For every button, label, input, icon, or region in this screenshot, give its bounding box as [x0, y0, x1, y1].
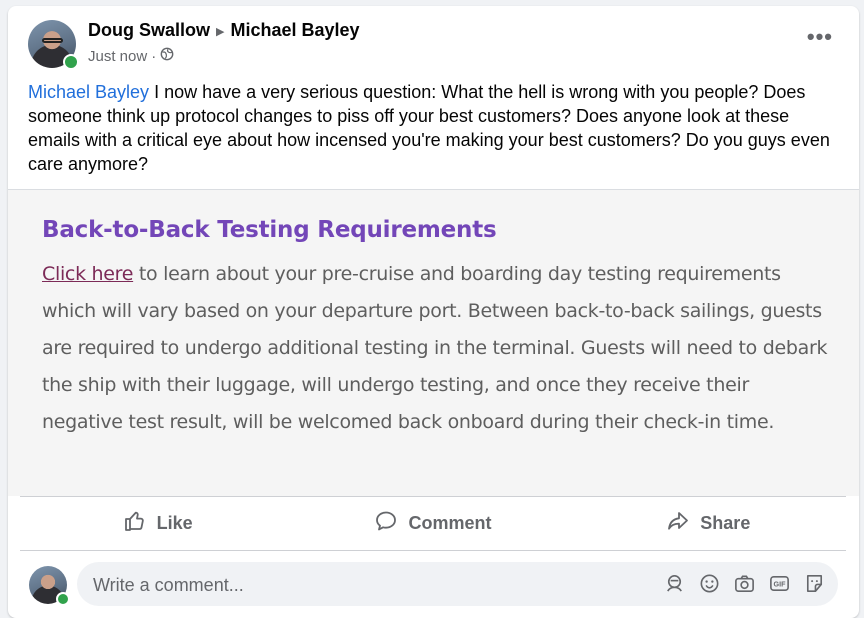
attachment-image[interactable]: Back-to-Back Testing Requirements Click … — [8, 190, 859, 496]
post-header: Doug Swallow ▶ Michael Bayley — [88, 20, 360, 41]
thumbs-up-icon — [123, 509, 147, 538]
sticker-icon[interactable] — [803, 572, 826, 595]
comment-bubble-icon — [374, 509, 398, 538]
comment-label: Comment — [408, 512, 492, 533]
online-status-dot — [63, 54, 79, 70]
emoji-icon[interactable] — [698, 572, 721, 595]
comment-input[interactable] — [91, 562, 655, 608]
more-options-icon[interactable]: ••• — [807, 26, 833, 48]
share-label: Share — [700, 512, 751, 533]
author-name[interactable]: Doug Swallow — [88, 20, 210, 41]
meta-separator: · — [151, 47, 157, 65]
attachment-title: Back-to-Back Testing Requirements — [42, 217, 497, 243]
comment-tools: GIF — [663, 572, 826, 595]
recipient-name[interactable]: Michael Bayley — [230, 20, 359, 41]
post-card: Doug Swallow ▶ Michael Bayley Just now ·… — [8, 6, 859, 618]
online-status-dot — [56, 592, 70, 606]
gif-icon[interactable]: GIF — [768, 572, 791, 595]
comment-box: GIF — [77, 562, 838, 608]
avatar-glasses — [42, 38, 63, 43]
click-here-link[interactable]: Click here — [42, 263, 133, 285]
svg-text:GIF: GIF — [774, 581, 787, 589]
mention-link[interactable]: Michael Bayley — [28, 82, 149, 102]
divider — [20, 550, 846, 551]
action-bar: Like Comment Share — [20, 498, 846, 548]
camera-icon[interactable] — [733, 572, 756, 595]
globe-icon[interactable] — [160, 47, 174, 65]
post-text: Michael Bayley I now have a very serious… — [28, 80, 843, 176]
post-meta: Just now · — [88, 47, 174, 65]
attachment-body: Click here to learn about your pre-cruis… — [42, 256, 832, 441]
divider — [20, 496, 846, 497]
triangle-right-icon: ▶ — [216, 25, 225, 38]
post-timestamp[interactable]: Just now — [88, 48, 147, 65]
share-button[interactable]: Share — [571, 498, 846, 548]
attachment-body-text: to learn about your pre-cruise and board… — [42, 263, 828, 433]
share-arrow-icon — [666, 509, 690, 538]
like-button[interactable]: Like — [20, 498, 295, 548]
avatar-sticker-icon[interactable] — [663, 572, 686, 595]
like-label: Like — [156, 512, 193, 533]
post-body: I now have a very serious question: What… — [28, 82, 830, 174]
comment-button[interactable]: Comment — [295, 498, 570, 548]
